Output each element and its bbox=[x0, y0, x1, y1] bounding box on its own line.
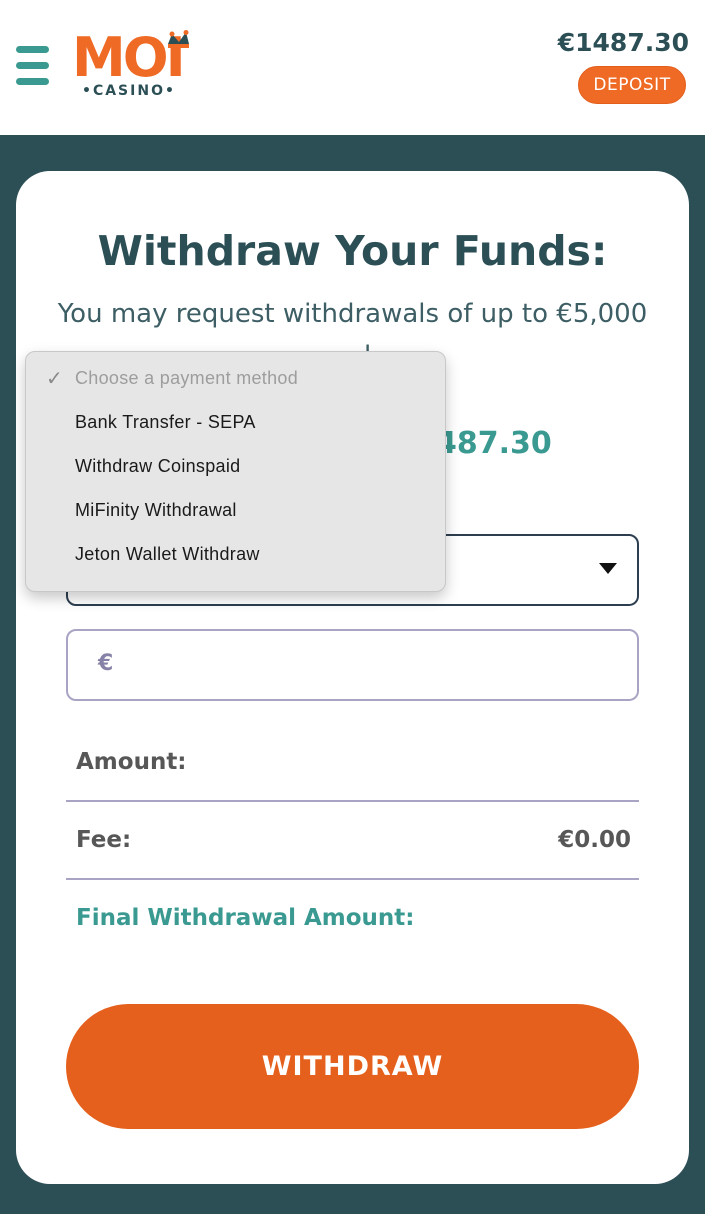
option-label: Withdraw Coinspaid bbox=[75, 456, 241, 476]
fee-label: Fee: bbox=[76, 827, 132, 853]
payment-method-dropdown-list: ✓ Choose a payment method Bank Transfer … bbox=[25, 351, 446, 592]
amount-label: Amount: bbox=[76, 749, 187, 775]
option-label: Jeton Wallet Withdraw bbox=[75, 544, 260, 564]
fee-row: Fee: €0.00 bbox=[66, 811, 639, 871]
final-amount-label: Final Withdrawal Amount: bbox=[76, 905, 415, 931]
jester-hat-icon bbox=[168, 30, 189, 48]
dropdown-arrow-icon bbox=[599, 563, 617, 574]
hamburger-menu-icon[interactable] bbox=[16, 46, 50, 86]
dropdown-option-bank-transfer[interactable]: Bank Transfer - SEPA bbox=[26, 400, 447, 444]
account-balance: €1487.30 bbox=[557, 28, 689, 57]
withdraw-limit-text: You may request withdrawals of up to €5,… bbox=[57, 299, 648, 329]
divider bbox=[66, 800, 639, 802]
option-label: MiFinity Withdrawal bbox=[75, 500, 237, 520]
page-title: Withdraw Your Funds: bbox=[97, 227, 608, 275]
withdraw-amount-input[interactable]: € bbox=[66, 629, 639, 701]
logo-subtext: •CASINO• bbox=[82, 83, 176, 99]
option-label: Choose a payment method bbox=[75, 368, 299, 388]
withdraw-card: Withdraw Your Funds: You may request wit… bbox=[16, 171, 689, 1184]
dropdown-option-placeholder: ✓ Choose a payment method bbox=[26, 356, 447, 400]
dropdown-option-jeton[interactable]: Jeton Wallet Withdraw bbox=[26, 532, 447, 576]
moi-casino-logo[interactable]: MOI •CASINO• bbox=[72, 28, 192, 103]
fee-value: €0.00 bbox=[558, 827, 631, 853]
option-label: Bank Transfer - SEPA bbox=[75, 412, 256, 432]
divider bbox=[66, 878, 639, 880]
withdraw-button[interactable]: WITHDRAW bbox=[66, 1004, 639, 1129]
currency-prefix: € bbox=[98, 651, 114, 676]
available-balance: 487.30 bbox=[436, 426, 552, 461]
top-header: MOI •CASINO• €1487.30 DEPOSIT bbox=[0, 0, 705, 135]
deposit-button[interactable]: DEPOSIT bbox=[578, 66, 686, 104]
dropdown-option-coinspaid[interactable]: Withdraw Coinspaid bbox=[26, 444, 447, 488]
checkmark-icon: ✓ bbox=[46, 368, 64, 390]
amount-row: Amount: bbox=[66, 733, 639, 793]
dropdown-option-mifinity[interactable]: MiFinity Withdrawal bbox=[26, 488, 447, 532]
